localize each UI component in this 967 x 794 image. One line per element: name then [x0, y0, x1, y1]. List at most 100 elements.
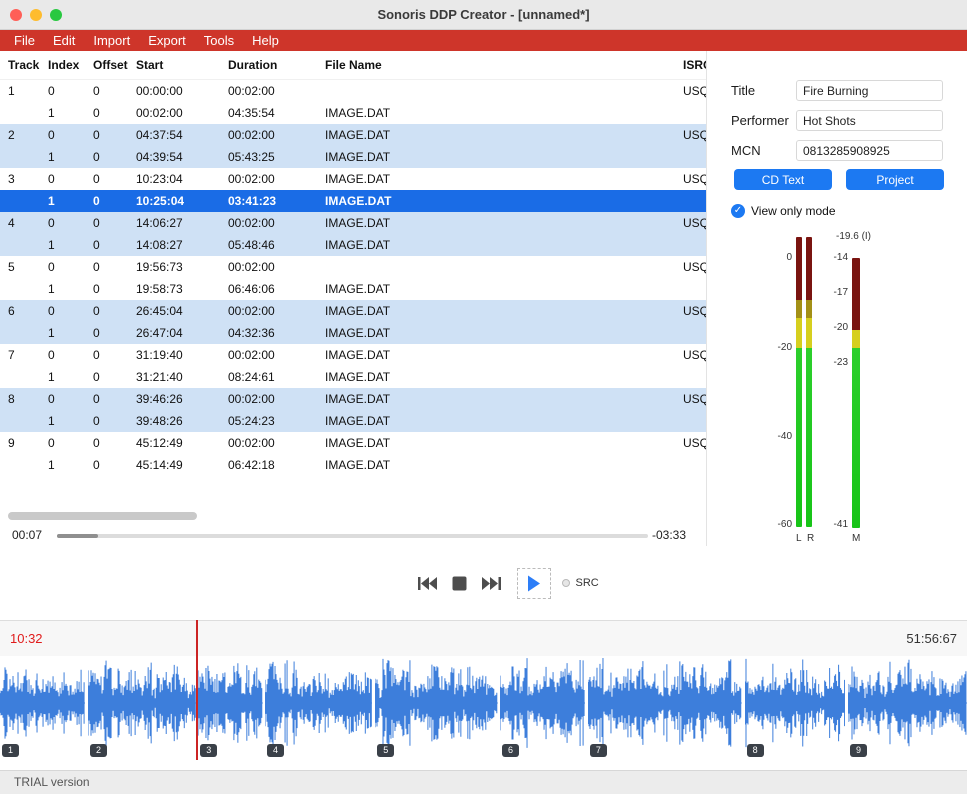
- column-header-track[interactable]: Track: [0, 58, 40, 72]
- table-row[interactable]: 1004:39:5405:43:25IMAGE.DAT: [0, 146, 706, 168]
- menu-import[interactable]: Import: [84, 30, 139, 51]
- track-marker[interactable]: 6: [502, 744, 519, 757]
- playback-slider[interactable]: [57, 534, 648, 538]
- waveform-segment[interactable]: 2: [88, 656, 196, 760]
- track-marker[interactable]: 3: [200, 744, 217, 757]
- playhead-cursor[interactable]: [196, 620, 198, 760]
- track-marker[interactable]: 5: [377, 744, 394, 757]
- column-header-offset[interactable]: Offset: [85, 58, 128, 72]
- track-marker[interactable]: 9: [850, 744, 867, 757]
- waveform-segment[interactable]: 9: [848, 656, 967, 760]
- column-header-start[interactable]: Start: [128, 58, 220, 72]
- cell-file: IMAGE.DAT: [317, 124, 675, 146]
- level-meter-mono: [852, 258, 860, 528]
- cell-index: 0: [40, 344, 85, 366]
- table-row[interactable]: 1026:47:0404:32:36IMAGE.DAT: [0, 322, 706, 344]
- table-row[interactable]: 50019:56:7300:02:00USQ: [0, 256, 706, 278]
- cell-index: 1: [40, 366, 85, 388]
- track-marker[interactable]: 8: [747, 744, 764, 757]
- table-row[interactable]: 10000:00:0000:02:00USQ: [0, 80, 706, 102]
- table-row[interactable]: 70031:19:4000:02:00IMAGE.DATUSQ: [0, 344, 706, 366]
- track-marker[interactable]: 2: [90, 744, 107, 757]
- table-row[interactable]: 30010:23:0400:02:00IMAGE.DATUSQ: [0, 168, 706, 190]
- cell-duration: 04:35:54: [220, 102, 317, 124]
- table-row[interactable]: 1019:58:7306:46:06IMAGE.DAT: [0, 278, 706, 300]
- cell-offset: 0: [85, 432, 128, 454]
- waveform-segment[interactable]: 6: [500, 656, 585, 760]
- waveform-segment[interactable]: 1: [0, 656, 85, 760]
- menu-export[interactable]: Export: [139, 30, 195, 51]
- next-track-button[interactable]: [482, 576, 502, 591]
- status-text: TRIAL version: [14, 775, 90, 789]
- track-marker[interactable]: 1: [2, 744, 19, 757]
- waveform-segment[interactable]: 4: [265, 656, 372, 760]
- table-row[interactable]: 20004:37:5400:02:00IMAGE.DATUSQ: [0, 124, 706, 146]
- table-row[interactable]: 1045:14:4906:42:18IMAGE.DAT: [0, 454, 706, 476]
- mcn-field[interactable]: [796, 140, 943, 161]
- waveform-segment[interactable]: 5: [375, 656, 498, 760]
- project-button[interactable]: Project: [846, 169, 944, 190]
- cell-isrc: USQ: [675, 344, 706, 366]
- column-header-file-name[interactable]: File Name: [317, 58, 675, 72]
- table-row[interactable]: 60026:45:0400:02:00IMAGE.DATUSQ: [0, 300, 706, 322]
- horizontal-scrollbar-thumb[interactable]: [8, 512, 197, 520]
- table-row[interactable]: 1010:25:0403:41:23IMAGE.DAT: [0, 190, 706, 212]
- minimize-window-button[interactable]: [30, 9, 42, 21]
- skip-back-icon: [417, 576, 437, 591]
- cd-text-button[interactable]: CD Text: [734, 169, 832, 190]
- status-bar: TRIAL version: [0, 770, 967, 794]
- cell-duration: 00:02:00: [220, 256, 317, 278]
- title-field[interactable]: [796, 80, 943, 101]
- cell-duration: 00:02:00: [220, 388, 317, 410]
- menu-edit[interactable]: Edit: [44, 30, 84, 51]
- performer-field[interactable]: [796, 110, 943, 131]
- table-row[interactable]: 1014:08:2705:48:46IMAGE.DAT: [0, 234, 706, 256]
- menu-file[interactable]: File: [5, 30, 44, 51]
- stop-button[interactable]: [452, 576, 467, 591]
- column-header-index[interactable]: Index: [40, 58, 85, 72]
- table-row[interactable]: 1039:48:2605:24:23IMAGE.DAT: [0, 410, 706, 432]
- table-row[interactable]: 90045:12:4900:02:00IMAGE.DATUSQ: [0, 432, 706, 454]
- cell-file: IMAGE.DAT: [317, 322, 675, 344]
- cell-isrc: USQ: [675, 80, 706, 102]
- cell-isrc: USQ: [675, 212, 706, 234]
- cell-file: IMAGE.DAT: [317, 432, 675, 454]
- menu-tools[interactable]: Tools: [195, 30, 243, 51]
- previous-track-button[interactable]: [417, 576, 437, 591]
- table-row[interactable]: 80039:46:2600:02:00IMAGE.DATUSQ: [0, 388, 706, 410]
- cell-track: [0, 234, 40, 256]
- cell-index: 1: [40, 190, 85, 212]
- view-only-mode-label: View only mode: [751, 202, 836, 220]
- cell-start: 39:48:26: [128, 410, 220, 432]
- menu-help[interactable]: Help: [243, 30, 288, 51]
- view-only-mode-checkbox[interactable]: ✓: [731, 204, 745, 218]
- table-body: 10000:00:0000:02:00USQ1000:02:0004:35:54…: [0, 80, 706, 476]
- cell-start: 31:19:40: [128, 344, 220, 366]
- waveform-segment[interactable]: 8: [745, 656, 846, 760]
- track-marker[interactable]: 4: [267, 744, 284, 757]
- table-row[interactable]: 1031:21:4008:24:61IMAGE.DAT: [0, 366, 706, 388]
- cell-index: 0: [40, 124, 85, 146]
- cell-duration: 08:24:61: [220, 366, 317, 388]
- waveform-segment[interactable]: 7: [588, 656, 742, 760]
- table-row[interactable]: 1000:02:0004:35:54IMAGE.DAT: [0, 102, 706, 124]
- track-marker[interactable]: 7: [590, 744, 607, 757]
- timeline-strip[interactable]: 10:32 51:56:67: [0, 620, 967, 656]
- table-row[interactable]: 40014:06:2700:02:00IMAGE.DATUSQ: [0, 212, 706, 234]
- src-led-icon[interactable]: [562, 579, 570, 587]
- cell-start: 45:14:49: [128, 454, 220, 476]
- column-header-isrc[interactable]: ISRC: [675, 58, 706, 72]
- cell-start: 04:39:54: [128, 146, 220, 168]
- play-button[interactable]: [517, 568, 551, 599]
- close-window-button[interactable]: [10, 9, 22, 21]
- skip-forward-icon: [482, 576, 502, 591]
- waveform-area[interactable]: 1 2 3 4 5 6 7 8 9: [0, 656, 967, 760]
- fullscreen-window-button[interactable]: [50, 9, 62, 21]
- waveform-segment[interactable]: 3: [198, 656, 263, 760]
- window-title: Sonoris DDP Creator - [unnamed*]: [0, 0, 967, 29]
- m-scale-tick: -23: [824, 358, 848, 368]
- cell-offset: 0: [85, 300, 128, 322]
- cell-offset: 0: [85, 102, 128, 124]
- column-header-duration[interactable]: Duration: [220, 58, 317, 72]
- cell-file: IMAGE.DAT: [317, 366, 675, 388]
